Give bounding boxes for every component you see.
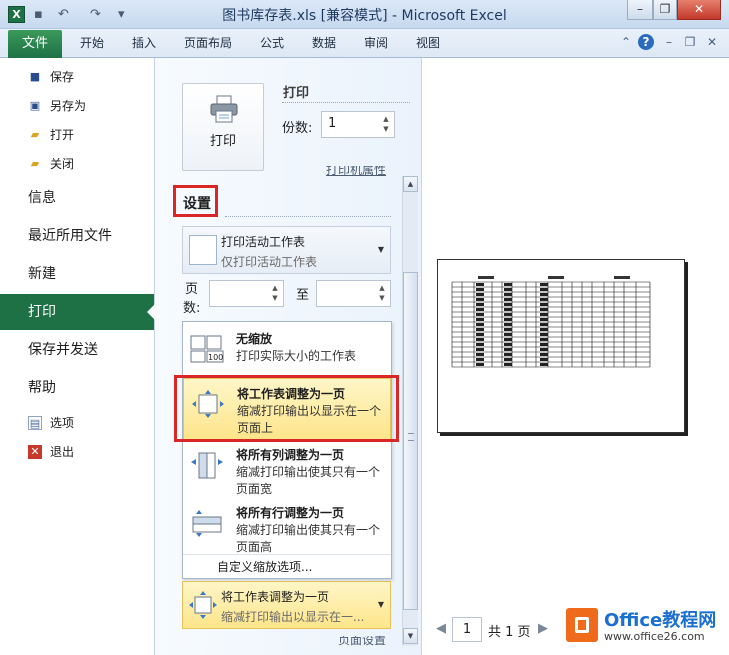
window-title: 图书库存表.xls [兼容模式] - Microsoft Excel: [222, 8, 507, 24]
tab-view[interactable]: 视图: [416, 34, 440, 52]
minimize-icon[interactable]: –: [627, 0, 653, 20]
annotation-highlight-box: [174, 375, 399, 442]
fit-rows-icon: [192, 510, 222, 537]
print-section-header: 打印: [283, 86, 310, 101]
scaling-menu: 100 无缩放 打印实际大小的工作表 将工作表调整为一页 缩减打印输出以显示在一…: [182, 321, 392, 579]
help-icon[interactable]: ?: [638, 34, 654, 50]
scaling-option-desc: 缩减打印输出使其只有一个页面宽: [236, 465, 381, 496]
annotation-highlight-box: [173, 185, 218, 217]
copies-label: 份数:: [282, 121, 313, 136]
doc-close-icon[interactable]: ✕: [704, 34, 720, 50]
printer-icon: [210, 95, 238, 123]
printer-properties-link[interactable]: 打印机属性: [326, 166, 386, 178]
dropdown-arrow-icon: ▼: [377, 245, 384, 254]
scaling-option-desc: 打印实际大小的工作表: [236, 349, 357, 363]
tab-data[interactable]: 数据: [312, 34, 336, 52]
scaling-current-title: 将工作表调整为一页: [221, 590, 330, 604]
pages-to-stepper[interactable]: ▲ ▼: [316, 280, 391, 307]
page-number-input[interactable]: 1: [452, 617, 482, 642]
spin-arrows-icon[interactable]: ▲ ▼: [376, 283, 388, 303]
doc-minimize-icon[interactable]: –: [661, 34, 677, 50]
divider: [225, 216, 391, 217]
tab-formulas[interactable]: 公式: [260, 34, 284, 52]
scaling-option-title: 无缩放: [236, 332, 273, 346]
restore-icon[interactable]: ❐: [653, 0, 677, 20]
close-window-icon[interactable]: ✕: [677, 0, 721, 20]
sheet-icon: [189, 235, 217, 265]
print-button-label: 打印: [209, 134, 236, 149]
spin-arrows-icon[interactable]: ▲ ▼: [269, 283, 281, 303]
scaling-option-desc: 缩减打印输出使其只有一个页面高: [236, 523, 381, 554]
divider: [282, 102, 410, 103]
previous-page-icon[interactable]: ◀: [436, 621, 446, 636]
save-as-icon: ▣: [29, 99, 41, 112]
scaling-option-title: 将所有列调整为一页: [236, 448, 345, 462]
page-setup-link[interactable]: 页面设置: [338, 636, 386, 646]
fit-sheet-icon: [189, 591, 217, 619]
print-what-dropdown[interactable]: 打印活动工作表 仅打印活动工作表 ▼: [182, 226, 391, 274]
dropdown-arrow-icon: ▼: [377, 600, 384, 609]
scrollbar-thumb[interactable]: [403, 272, 418, 610]
tab-insert[interactable]: 插入: [132, 34, 156, 52]
nav-save-send[interactable]: 保存并发送: [0, 332, 154, 368]
nav-close-label: 关闭: [50, 157, 75, 171]
nav-options-label: 选项: [50, 416, 75, 430]
grip-icon: [408, 433, 414, 441]
minimize-ribbon-icon[interactable]: ⌃: [618, 34, 634, 50]
watermark-url: www.office26.com: [604, 630, 705, 643]
copies-value: 1: [328, 116, 337, 131]
watermark-title: Office教程网: [604, 610, 717, 631]
tab-home[interactable]: 开始: [80, 34, 104, 52]
scroll-down-icon[interactable]: ▼: [403, 628, 418, 644]
print-button[interactable]: 打印: [182, 83, 264, 171]
nav-save-label: 保存: [50, 70, 75, 84]
scaling-option-title: 将所有行调整为一页: [236, 506, 345, 520]
options-icon: ▤: [28, 416, 42, 430]
print-what-subtitle: 仅打印活动工作表: [221, 255, 318, 269]
open-folder-icon: ▰: [30, 128, 40, 141]
no-scaling-icon: 100: [190, 335, 224, 363]
copies-stepper[interactable]: 1 ▲ ▼: [321, 111, 395, 138]
close-folder-icon: ▰: [30, 157, 40, 170]
nav-save-as-label: 另存为: [50, 99, 87, 113]
custom-scaling-options[interactable]: 自定义缩放选项...: [183, 554, 391, 578]
fit-columns-icon: [191, 452, 223, 479]
print-what-title: 打印活动工作表: [221, 235, 306, 249]
tab-page-layout[interactable]: 页面布局: [184, 34, 232, 52]
doc-restore-icon[interactable]: ❐: [682, 34, 698, 50]
exit-icon: ✕: [28, 445, 42, 459]
nav-print[interactable]: 打印: [0, 294, 154, 330]
settings-scrollbar[interactable]: ▲ ▼: [402, 176, 418, 646]
scaling-current-subtitle: 缩减打印输出以显示在一...: [221, 610, 365, 624]
preview-page: [437, 259, 685, 433]
nav-selected-arrow: [147, 304, 155, 320]
office-logo-icon: [566, 608, 598, 642]
page-total-label: 共 1 页: [488, 625, 531, 640]
pages-from-stepper[interactable]: ▲ ▼: [209, 280, 284, 307]
scaling-option-fit-rows[interactable]: 将所有行调整为一页 缩减打印输出使其只有一个页面高: [183, 498, 391, 558]
nav-recent[interactable]: 最近所用文件: [0, 218, 154, 254]
pages-label: 页: [185, 282, 199, 297]
preview-sheet-thumbnail: [451, 276, 651, 368]
nav-help[interactable]: 帮助: [0, 370, 154, 406]
next-page-icon[interactable]: ▶: [538, 621, 548, 636]
tab-file[interactable]: 文件: [8, 30, 62, 58]
scaling-option-fit-columns[interactable]: 将所有列调整为一页 缩减打印输出使其只有一个页面宽: [183, 440, 391, 500]
scroll-up-icon[interactable]: ▲: [403, 176, 418, 192]
svg-text:100: 100: [208, 353, 223, 362]
nav-open-label: 打开: [50, 128, 75, 142]
nav-info[interactable]: 信息: [0, 180, 154, 216]
save-icon: ■: [29, 70, 41, 83]
watermark: Office教程网 www.office26.com: [564, 604, 724, 650]
tab-review[interactable]: 审阅: [364, 34, 388, 52]
spin-arrows-icon[interactable]: ▲ ▼: [380, 114, 392, 134]
scaling-dropdown[interactable]: 将工作表调整为一页 缩减打印输出以显示在一... ▼: [182, 581, 391, 629]
pages-label-2: 数:: [183, 301, 201, 316]
nav-exit-label: 退出: [50, 445, 75, 459]
nav-new[interactable]: 新建: [0, 256, 154, 292]
pages-to-label: 至: [296, 288, 310, 303]
